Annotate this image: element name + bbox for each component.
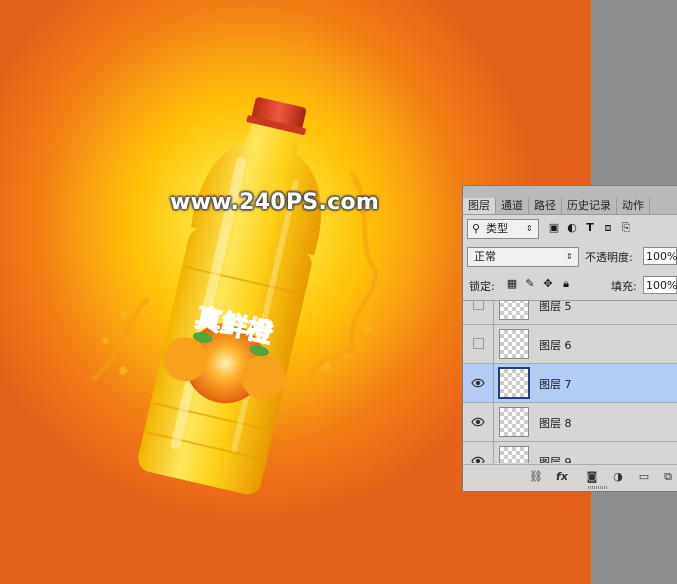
layer-row[interactable]: 图层 6 [463,325,677,364]
visibility-toggle[interactable] [463,301,494,324]
opacity-input[interactable]: 100% [643,247,677,265]
filter-kind-dropdown[interactable]: ⚲ 类型 ⇕ [467,219,539,239]
resize-grip[interactable] [588,486,608,489]
tab-layers[interactable]: 图层 [463,198,496,214]
lock-pixels-icon[interactable]: ✎ [523,277,537,291]
eye-icon [471,378,485,388]
adjustment-icon[interactable]: ◑ [611,470,625,484]
visibility-toggle[interactable] [463,442,494,463]
layer-thumbnail [499,329,529,359]
lock-all-icon[interactable]: 🔒︎ [559,277,573,291]
lock-position-icon[interactable]: ✥ [541,277,555,291]
lock-label: 锁定: [469,280,495,293]
watermark-text: www.240PS.com [170,190,380,215]
layer-name: 图层 5 [539,300,572,313]
opacity-label: 不透明度: [585,251,633,264]
layer-row[interactable]: 图层 5 [463,300,677,325]
new-layer-icon[interactable]: ⧉ [661,470,675,484]
chevron-updown-icon: ⇕ [566,252,573,261]
shape-filter-icon[interactable]: ⧈ [601,221,615,235]
layer-filter-row: ⚲ 类型 ⇕ ▣ ◐ T ⧈ ⎘ [467,219,675,239]
layer-thumbnail [499,301,529,320]
mask-icon[interactable]: ◙ [585,470,599,484]
visibility-toggle[interactable] [463,325,494,363]
visibility-off-box [473,338,484,349]
visibility-toggle[interactable] [463,403,494,441]
search-icon: ⚲ [472,222,481,235]
visibility-toggle[interactable] [463,364,494,402]
fx-icon[interactable]: fx [555,470,569,484]
layer-row-selected[interactable]: 图层 7 [463,364,677,403]
layer-name: 图层 6 [539,339,572,352]
fill-label: 填充: [611,280,637,293]
layers-bottom-toolbar: ⛓︎ fx ◙ ◑ ▭ ⧉ [463,464,677,491]
juice-bottle-image: 真鲜橙 [90,97,390,495]
lock-transparency-icon[interactable]: ▦ [505,277,519,291]
tab-actions[interactable]: 动作 [617,198,650,214]
fill-input[interactable]: 100% [643,276,677,294]
layer-thumbnail [499,407,529,437]
layer-thumbnail [499,446,529,463]
layer-row[interactable]: 图层 8 [463,403,677,442]
image-filter-icon[interactable]: ▣ [547,221,561,235]
lock-row: 锁定: ▦ ✎ ✥ 🔒︎ 填充: 100% [467,275,677,297]
blend-mode-value: 正常 [474,250,496,263]
filter-kind-label: 类型 [486,222,508,235]
panel-tab-bar: 图层 通道 路径 历史记录 动作 [463,186,677,215]
tab-history[interactable]: 历史记录 [562,198,617,214]
layers-list[interactable]: 图层 5 图层 6 图层 7 图层 8 图层 9 [463,300,677,463]
layer-name: 图层 8 [539,417,572,430]
adjustment-filter-icon[interactable]: ◐ [565,221,579,235]
tab-paths[interactable]: 路径 [529,198,562,214]
layer-row[interactable]: 图层 9 [463,442,677,463]
layer-name: 图层 7 [539,378,572,391]
tab-channels[interactable]: 通道 [496,198,529,214]
layer-name: 图层 9 [539,456,572,463]
layers-panel[interactable]: 图层 通道 路径 历史记录 动作 ⚲ 类型 ⇕ ▣ ◐ T ⧈ ⎘ 正常 ⇕ 不… [462,185,677,492]
layer-thumbnail [498,367,530,399]
eye-icon [471,417,485,427]
link-icon[interactable]: ⛓︎ [529,470,543,484]
smart-object-filter-icon[interactable]: ⎘ [619,221,633,235]
blend-mode-dropdown[interactable]: 正常 ⇕ [467,247,579,267]
blend-row: 正常 ⇕ 不透明度: 100% [467,246,677,268]
folder-icon[interactable]: ▭ [637,470,651,484]
eye-icon [471,456,485,463]
chevron-updown-icon: ⇕ [526,224,533,233]
text-filter-icon[interactable]: T [583,221,597,235]
visibility-off-box [473,301,484,310]
